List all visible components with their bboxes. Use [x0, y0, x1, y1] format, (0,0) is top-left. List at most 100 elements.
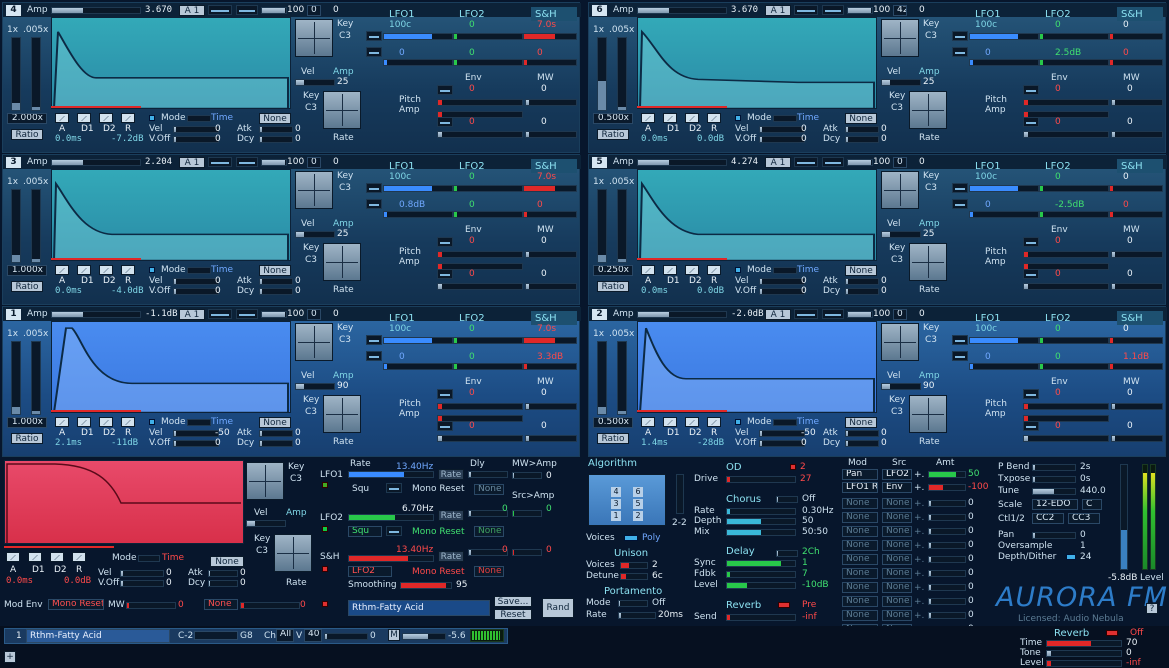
- chorus-rate-slider[interactable]: [726, 508, 796, 515]
- fine-vbar[interactable]: [31, 189, 41, 263]
- mode-slider[interactable]: [187, 115, 211, 122]
- lfo1-amp-slider[interactable]: [383, 59, 453, 66]
- env-shape-A[interactable]: [641, 113, 655, 123]
- mw-pitch-slider[interactable]: [1111, 99, 1163, 106]
- ratio-value[interactable]: 0.250x: [593, 265, 633, 276]
- env-shape-D2[interactable]: [99, 113, 113, 123]
- pitch-row-icon[interactable]: [366, 335, 382, 345]
- level-slider[interactable]: [847, 7, 873, 14]
- lfo1-mw-slider[interactable]: [512, 472, 542, 479]
- lfo2-amp-slider[interactable]: [453, 363, 523, 370]
- mod-vel-slider[interactable]: [120, 570, 164, 577]
- mod-src-2[interactable]: Env: [882, 482, 912, 493]
- mod-dest-7[interactable]: None: [842, 554, 878, 565]
- env-pitch-slider[interactable]: [1023, 251, 1109, 258]
- env-shape-A[interactable]: [55, 265, 69, 275]
- vel-slider[interactable]: [173, 430, 219, 437]
- sh-pitch-slider[interactable]: [523, 33, 577, 40]
- voff-slider[interactable]: [759, 440, 805, 447]
- sh-pitch-slider[interactable]: [1109, 33, 1163, 40]
- amp-slider[interactable]: [637, 159, 727, 166]
- mod-amt-2[interactable]: [928, 484, 966, 491]
- mod-dest-5[interactable]: None: [842, 526, 878, 537]
- sh-amp-slider[interactable]: [523, 59, 577, 66]
- dither-indicator[interactable]: [1066, 554, 1076, 560]
- env-pitch-slider[interactable]: [1023, 403, 1109, 410]
- waveform-bars-icon[interactable]: [822, 309, 844, 319]
- env-shape-A[interactable]: [55, 417, 69, 427]
- env-shape-A[interactable]: [641, 417, 655, 427]
- dcy-slider[interactable]: [259, 288, 293, 295]
- env-shape-D2[interactable]: [99, 265, 113, 275]
- mod-amt-7[interactable]: [928, 556, 966, 563]
- a1-selector[interactable]: A 1: [179, 309, 205, 320]
- algorithm-vbar[interactable]: [676, 474, 684, 514]
- env-shape-R[interactable]: [121, 113, 135, 123]
- env-shape-D1[interactable]: [77, 417, 91, 427]
- scale-field[interactable]: 12-EDO: [1032, 499, 1078, 510]
- footer-tone-slider[interactable]: [1046, 650, 1122, 657]
- lfo2-pitch-slider[interactable]: [1039, 337, 1109, 344]
- smoothing-slider[interactable]: [400, 582, 452, 589]
- ratio-button[interactable]: Ratio: [597, 281, 629, 292]
- fine-vbar[interactable]: [31, 341, 41, 415]
- waveform-bars-icon[interactable]: [822, 157, 844, 167]
- env-amp-icon[interactable]: [437, 421, 453, 431]
- lfo1-pitch-slider[interactable]: [383, 185, 453, 192]
- algorithm-display[interactable]: 4 6 3 5 1 2: [588, 474, 666, 526]
- amp-row-icon[interactable]: [366, 47, 382, 57]
- op-box[interactable]: 0: [893, 309, 907, 320]
- voff-slider[interactable]: [173, 136, 219, 143]
- coarse-vbar[interactable]: [597, 341, 607, 415]
- amp-row-icon[interactable]: [952, 351, 968, 361]
- key-vel-pad[interactable]: [881, 323, 919, 361]
- op-box[interactable]: 0: [893, 157, 907, 168]
- pitch-row-icon[interactable]: [366, 183, 382, 193]
- lfo1-led[interactable]: [322, 482, 328, 488]
- mode-led[interactable]: [149, 419, 155, 425]
- mod-src-7[interactable]: None: [882, 554, 912, 565]
- a1-selector[interactable]: A 1: [765, 309, 791, 320]
- sync-slider[interactable]: [726, 560, 796, 567]
- lfo-wave-icon[interactable]: [208, 5, 232, 15]
- mw-amp2-slider[interactable]: [1111, 283, 1163, 290]
- mod-amt-8[interactable]: [928, 570, 966, 577]
- envelope-display[interactable]: [51, 169, 291, 261]
- fine-vbar[interactable]: [617, 37, 627, 111]
- lfo2-amp-slider[interactable]: [453, 59, 523, 66]
- lfo2-rate-slider[interactable]: [348, 514, 434, 521]
- envelope-display[interactable]: [637, 169, 877, 261]
- env-amp-icon[interactable]: [437, 117, 453, 127]
- ratio-value[interactable]: 0.500x: [593, 113, 633, 124]
- level-slider[interactable]: [261, 7, 287, 14]
- mod-env-shape-D1[interactable]: [28, 552, 42, 562]
- mod-amt-6[interactable]: [928, 542, 966, 549]
- none-button[interactable]: None: [845, 113, 877, 124]
- mw-pitch-slider[interactable]: [525, 99, 577, 106]
- key-vel-pad[interactable]: [295, 19, 333, 57]
- drive-slider[interactable]: [726, 476, 796, 483]
- rate-pad[interactable]: [323, 395, 361, 433]
- sh-src-field[interactable]: LFO2: [348, 566, 392, 577]
- coarse-vbar[interactable]: [11, 189, 21, 263]
- ratio-button[interactable]: Ratio: [597, 433, 629, 444]
- lfo1-amp-slider[interactable]: [969, 211, 1039, 218]
- key-vel-pad[interactable]: [881, 171, 919, 209]
- lfo-wave-icon[interactable]: [794, 309, 818, 319]
- footer-reverb-led[interactable]: [1106, 630, 1118, 636]
- sh-pitch-slider[interactable]: [523, 337, 577, 344]
- envelope-display[interactable]: [637, 17, 877, 109]
- footer-time-slider[interactable]: [1046, 640, 1122, 647]
- waveform-bars-icon[interactable]: [236, 309, 258, 319]
- amp-slider[interactable]: [51, 311, 141, 318]
- waveform-bars-icon[interactable]: [236, 157, 258, 167]
- dcy-slider[interactable]: [845, 440, 879, 447]
- pitch-row-icon[interactable]: [952, 335, 968, 345]
- envelope-display[interactable]: [51, 17, 291, 109]
- reverb-send-slider[interactable]: [726, 614, 796, 621]
- none-button[interactable]: None: [259, 417, 291, 428]
- fdbk-slider[interactable]: [726, 571, 796, 578]
- vel-amp-slider[interactable]: [295, 79, 335, 86]
- coarse-vbar[interactable]: [597, 37, 607, 111]
- mw-pitch-slider[interactable]: [1111, 403, 1163, 410]
